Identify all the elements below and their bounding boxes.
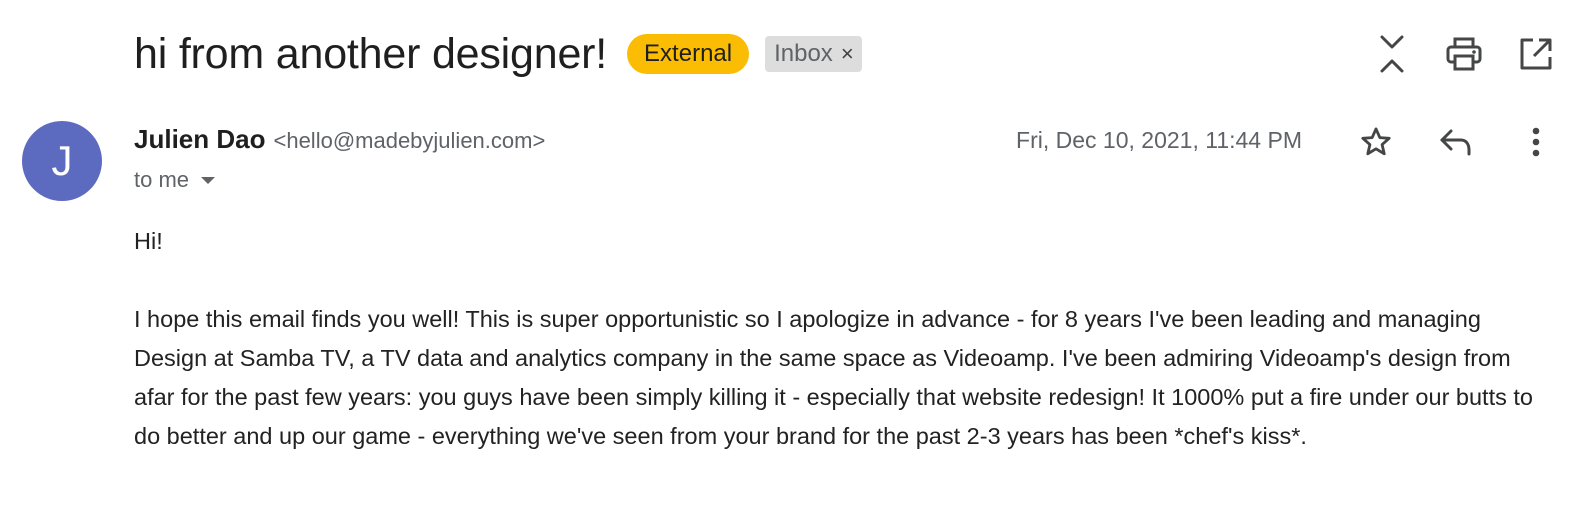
remove-label-button[interactable]: ×	[841, 36, 854, 72]
reply-icon[interactable]	[1436, 122, 1476, 162]
print-icon[interactable]	[1444, 34, 1484, 74]
sender-row: Julien Dao <hello@madebyjulien.com>	[134, 124, 545, 155]
thread-toolbar	[1340, 34, 1556, 74]
star-icon[interactable]	[1356, 122, 1396, 162]
email-body: Hi! I hope this email finds you well! Th…	[134, 222, 1554, 456]
sender-name[interactable]: Julien Dao	[134, 124, 265, 155]
sender-avatar[interactable]: J	[22, 121, 102, 201]
more-vert-icon[interactable]	[1516, 122, 1556, 162]
subject-row: hi from another designer! External Inbox…	[134, 26, 862, 82]
email-subject: hi from another designer!	[134, 29, 608, 78]
collapse-all-icon[interactable]	[1372, 34, 1412, 74]
recipients-row[interactable]: to me	[134, 167, 216, 193]
recipients-text: to me	[134, 167, 190, 192]
body-paragraph: I hope this email finds you well! This i…	[134, 306, 1533, 449]
avatar-letter: J	[51, 137, 73, 184]
inbox-label-text: Inbox	[774, 40, 833, 67]
open-in-new-window-icon[interactable]	[1516, 34, 1556, 74]
body-greeting: Hi!	[134, 228, 163, 254]
email-date: Fri, Dec 10, 2021, 11:44 PM	[1016, 127, 1302, 153]
sender-email: <hello@madebyjulien.com>	[273, 128, 546, 153]
inbox-label[interactable]: Inbox ×	[765, 36, 862, 72]
chevron-down-icon[interactable]	[201, 176, 216, 184]
external-badge: External	[627, 34, 750, 74]
message-actions	[1316, 122, 1556, 162]
